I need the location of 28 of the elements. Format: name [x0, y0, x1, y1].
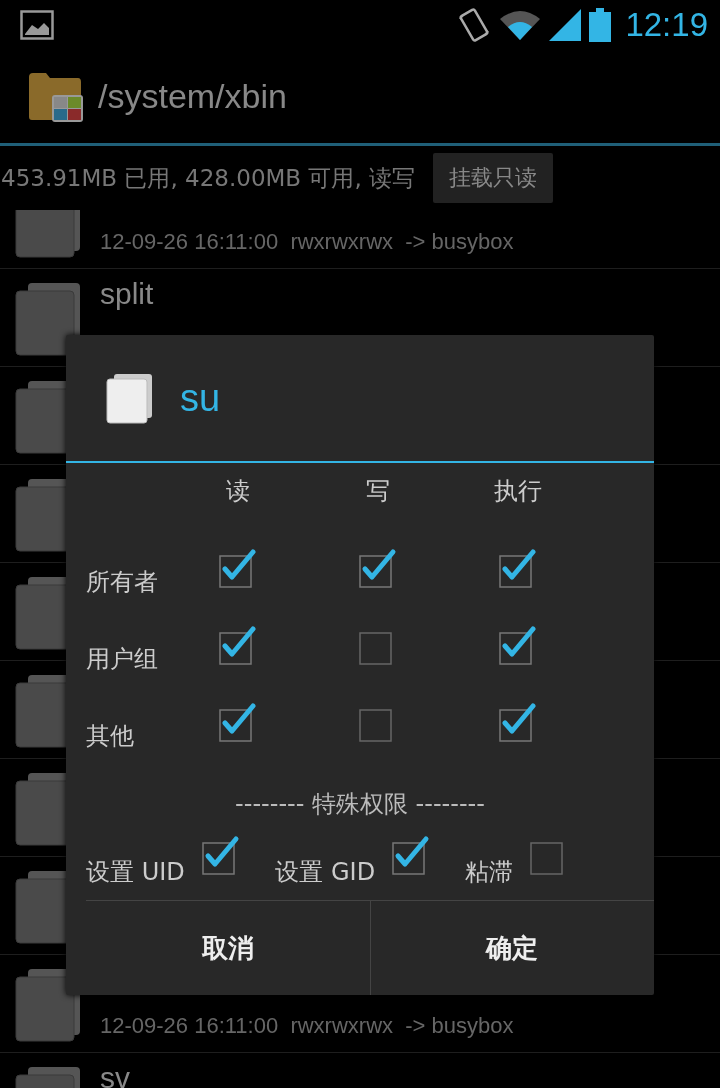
dialog-title: su: [180, 376, 221, 420]
column-header: 执行: [494, 476, 542, 507]
column-header: 读: [226, 476, 250, 507]
battery-icon: [589, 8, 612, 42]
file-details: 12-09-26 16:11:00 rwxrwxrwx -> busybox: [100, 1013, 514, 1039]
file-details: 12-09-26 16:11:00 rwxrwxrwx -> busybox: [100, 229, 514, 255]
picture-icon: [20, 10, 54, 40]
row-label: 所有者: [86, 567, 159, 598]
wifi-icon: [499, 9, 542, 41]
section-heading: -------- 特殊权限 --------: [235, 789, 485, 820]
file-icon: [106, 372, 154, 424]
mount-readonly-button[interactable]: 挂载只读: [433, 153, 554, 203]
column-header: 写: [366, 476, 390, 507]
folder-icon: [28, 70, 84, 123]
storage-info: 453.91MB 已用, 428.00MB 可用, 读写: [1, 163, 416, 193]
row-label: 用户组: [86, 644, 159, 675]
vibrate-icon: [457, 5, 492, 45]
row-label: 其他: [86, 721, 135, 752]
ok-button[interactable]: 确定: [369, 901, 654, 995]
cancel-button[interactable]: 取消: [86, 901, 370, 995]
checkbox-label: 粘滞: [464, 857, 513, 888]
file-name[interactable]: sv: [100, 1061, 130, 1088]
path-title: /system/xbin: [98, 77, 287, 116]
clock: 12:19: [625, 6, 708, 44]
checkbox-label: 设置 GID: [275, 857, 376, 888]
checkbox-label: 设置 UID: [86, 857, 185, 888]
file-name[interactable]: split: [100, 277, 154, 317]
signal-icon: [549, 9, 582, 41]
